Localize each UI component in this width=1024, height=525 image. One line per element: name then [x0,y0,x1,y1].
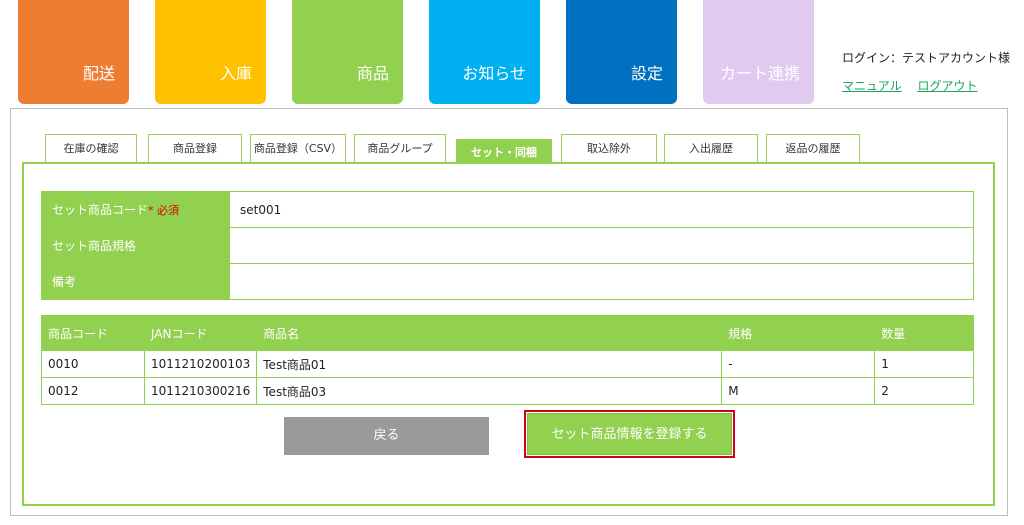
tab-inout-history[interactable]: 入出履歴 [664,134,758,162]
col-quantity: 数量 [874,315,974,351]
tab-return-history[interactable]: 返品の履歴 [766,134,860,162]
nav-settings-button[interactable]: 設定 [566,0,677,104]
cell-spec: M [721,377,876,405]
tab-product-register[interactable]: 商品登録 [148,134,242,162]
set-code-label-text: セット商品コード [52,203,149,217]
logout-link[interactable]: ログアウト [917,79,977,93]
register-set-button[interactable]: セット商品情報を登録する [527,413,732,455]
required-mark: * 必須 [148,204,180,217]
table-row: 0012 1011210300216 Test商品03 M 2 [41,377,974,405]
cell-quantity: 1 [874,350,974,378]
nav-receiving-button[interactable]: 入庫 [155,0,266,104]
set-info-form: セット商品コード* 必須 set001 セット商品規格 備考 [41,191,974,300]
memo-label: 備考 [41,263,230,300]
set-items-table: 商品コード JANコード 商品名 規格 数量 0010 101121020010… [41,315,974,405]
cell-jan-code: 1011210300216 [143,377,258,405]
nav-label: 入庫 [219,64,252,83]
nav-label: 商品 [356,64,389,83]
cell-product-code: 0010 [41,350,145,378]
col-spec: 規格 [721,315,876,351]
cell-product-code: 0012 [41,377,145,405]
set-spec-label: セット商品規格 [41,227,230,264]
manual-link[interactable]: マニュアル [842,79,902,93]
cell-product-name: Test商品03 [256,377,723,405]
table-row: 0010 1011210200103 Test商品01 - 1 [41,350,974,378]
memo-field[interactable] [229,263,974,300]
nav-label: 配送 [82,64,115,83]
nav-cart-integration-button[interactable]: カート連携 [703,0,814,104]
tab-stock-check[interactable]: 在庫の確認 [45,134,137,162]
col-product-code: 商品コード [41,315,145,351]
cell-product-name: Test商品01 [256,350,723,378]
cell-spec: - [721,350,876,378]
login-status: ログイン：テストアカウント様 [842,51,1011,65]
set-spec-field[interactable] [229,227,974,264]
nav-delivery-button[interactable]: 配送 [18,0,129,104]
tab-product-group[interactable]: 商品グループ [354,134,446,162]
back-button[interactable]: 戻る [284,417,489,455]
tab-import-exclusion[interactable]: 取込除外 [561,134,657,162]
nav-products-button[interactable]: 商品 [292,0,403,104]
header-links: マニュアル ログアウト [842,77,989,94]
col-jan-code: JANコード [143,315,258,351]
nav-label: カート連携 [719,64,800,83]
nav-label: 設定 [630,64,663,83]
tab-product-register-csv[interactable]: 商品登録（CSV） [250,134,346,162]
cell-quantity: 2 [874,377,974,405]
nav-label: お知らせ [462,64,526,83]
set-code-field[interactable]: set001 [229,191,974,228]
nav-notices-button[interactable]: お知らせ [429,0,540,104]
cell-jan-code: 1011210200103 [143,350,258,378]
col-product-name: 商品名 [256,315,723,351]
tab-set-bundle[interactable]: セット・同梱 [456,139,552,162]
set-code-label: セット商品コード* 必須 [41,191,230,228]
